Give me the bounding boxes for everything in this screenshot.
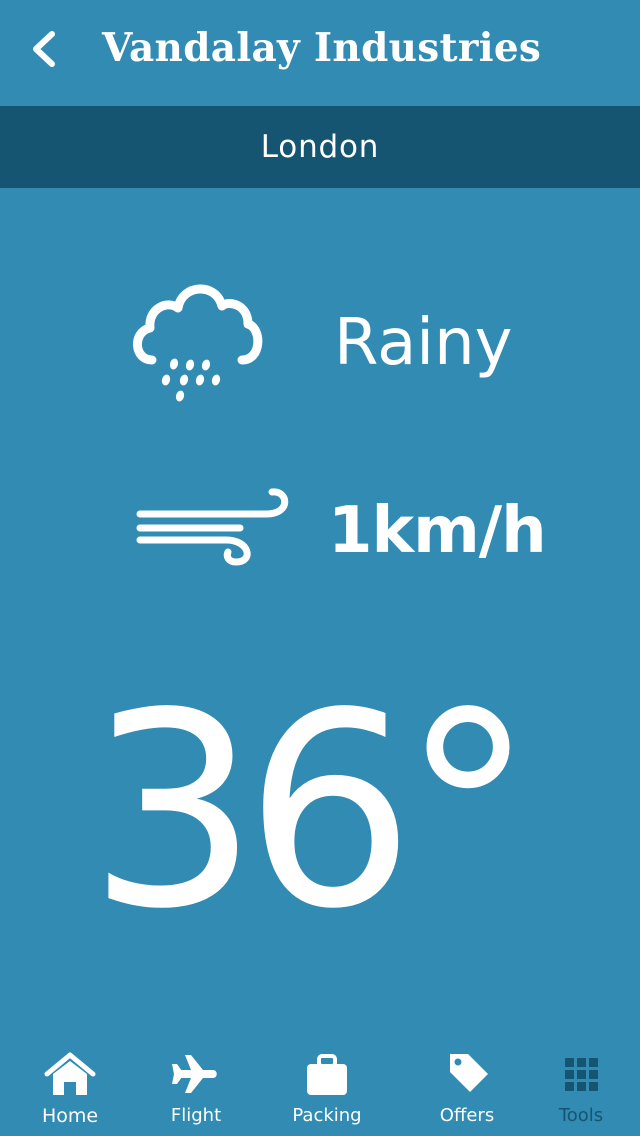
airplane-icon [172,1055,217,1093]
app-header: Vandalay Industries [0,0,640,106]
suitcase-icon [307,1054,347,1095]
grid-icon [565,1058,598,1091]
rain-cloud-icon [133,284,263,402]
app-title: Vandalay Industries [102,25,542,71]
tab-bar: Home Flight Packing Offers Tools [0,1040,640,1136]
tab-home[interactable]: Home [10,1040,130,1136]
tab-offers[interactable]: Offers [407,1040,527,1136]
weather-condition: Rainy [334,306,513,380]
temperature-reading: 36° [88,656,535,968]
tab-home-label: Home [41,1105,99,1127]
chevron-left-icon [33,31,55,67]
tab-tools-label: Tools [558,1105,604,1126]
tag-icon [450,1054,488,1092]
tab-packing-label: Packing [292,1105,362,1126]
wind-speed: 1km/h [328,494,547,568]
tab-flight-label: Flight [170,1105,222,1126]
back-button[interactable] [22,22,66,76]
tab-tools[interactable]: Tools [521,1040,640,1136]
home-icon [44,1052,96,1095]
tab-offers-label: Offers [439,1105,495,1126]
city-selector[interactable]: London [0,106,640,188]
tab-packing[interactable]: Packing [267,1040,387,1136]
wind-icon [136,488,289,566]
tab-flight[interactable]: Flight [136,1040,256,1136]
